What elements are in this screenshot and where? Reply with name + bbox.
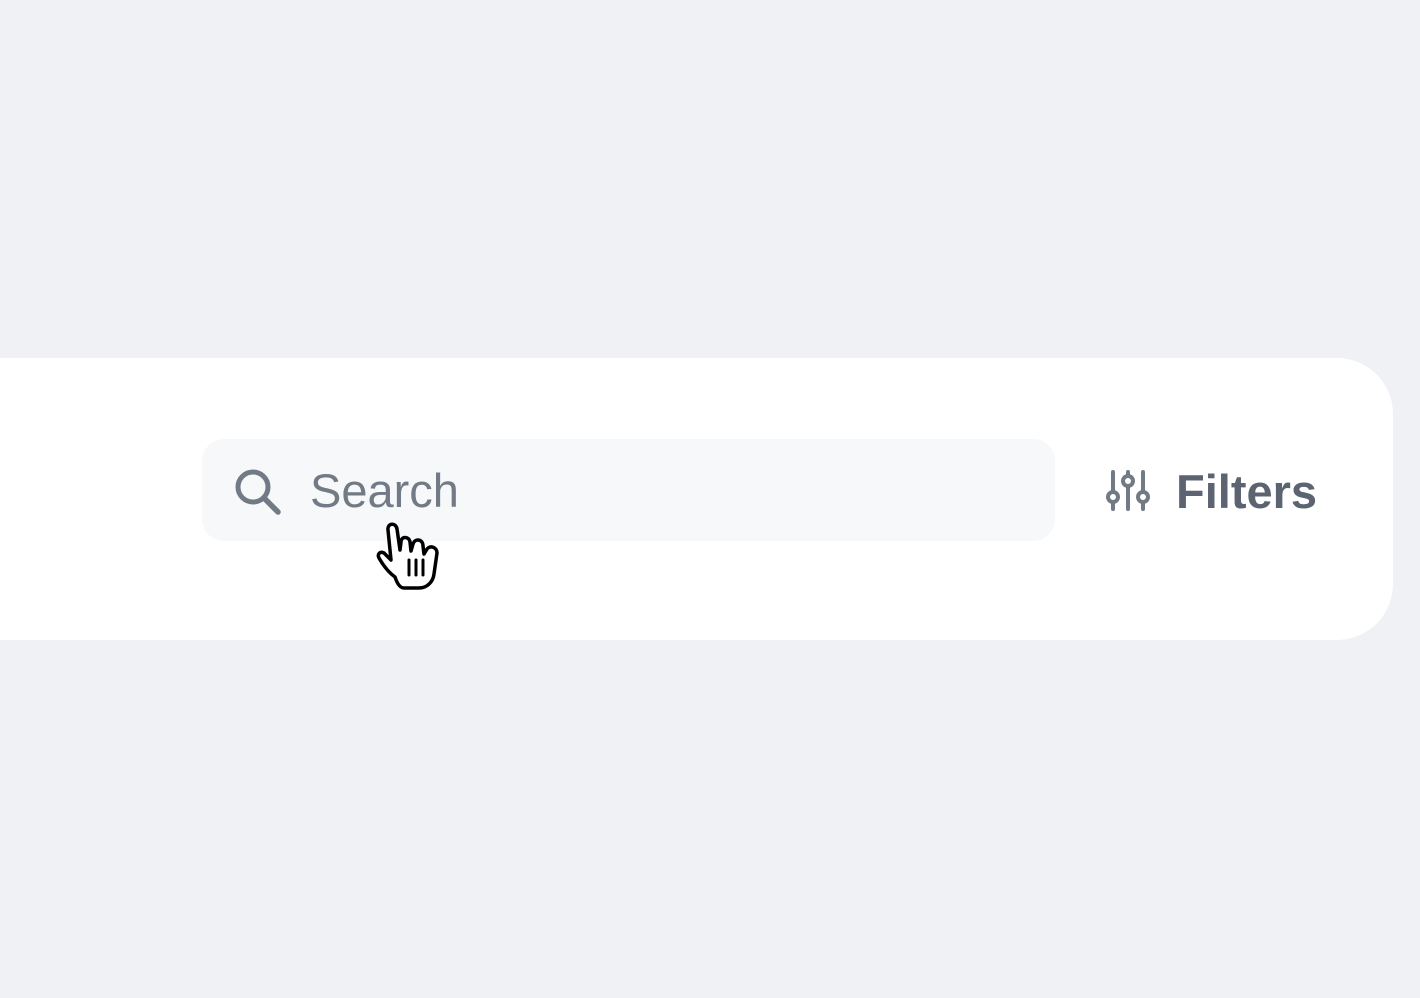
- search-input[interactable]: [310, 439, 1030, 541]
- filters-label: Filters: [1176, 464, 1318, 518]
- search-icon: [235, 469, 281, 515]
- search-box[interactable]: [202, 439, 1055, 541]
- sliders-icon: [1106, 470, 1150, 511]
- filters-button[interactable]: Filters: [1104, 455, 1324, 527]
